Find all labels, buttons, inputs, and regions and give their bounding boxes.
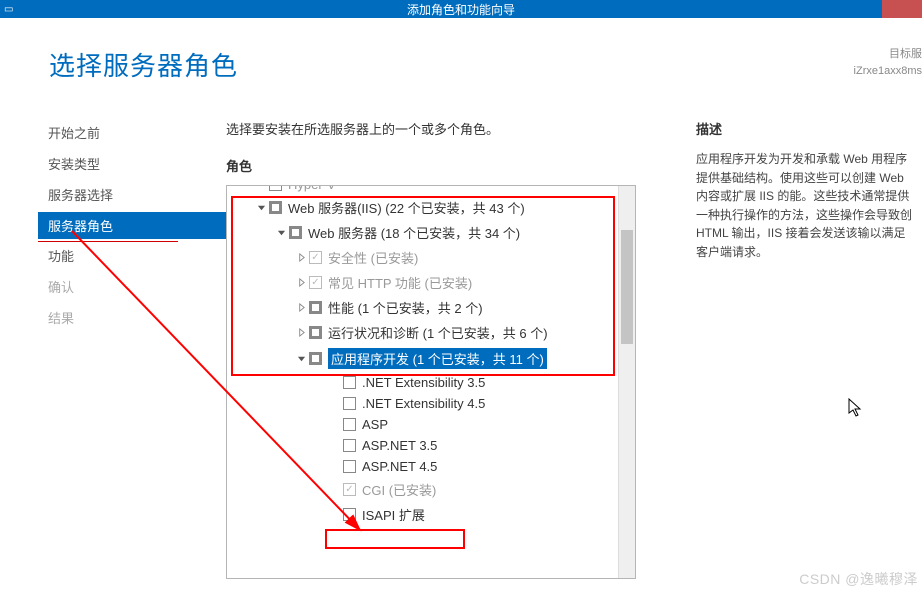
expander-icon[interactable] <box>295 302 307 314</box>
tree-node[interactable]: 安全性 (已安装) <box>227 245 618 270</box>
description-text: 应用程序开发为开发和承载 Web 用程序提供基础结构。使用这些可以创建 Web … <box>696 150 916 262</box>
close-button[interactable] <box>882 0 922 18</box>
tree-node-label: ISAPI 扩展 <box>362 505 425 524</box>
tree-node[interactable]: 常见 HTTP 功能 (已安装) <box>227 270 618 295</box>
tree-node[interactable]: Web 服务器(IIS) (22 个已安装，共 43 个) <box>227 195 618 220</box>
checkbox[interactable] <box>309 301 322 314</box>
checkbox[interactable] <box>269 201 282 214</box>
checkbox[interactable] <box>343 418 356 431</box>
tree-node[interactable]: .NET Extensibility 3.5 <box>227 372 618 393</box>
tree-node-label: 运行状况和诊断 (1 个已安装，共 6 个) <box>328 323 548 342</box>
roles-tree: Hyper-VWeb 服务器(IIS) (22 个已安装，共 43 个)Web … <box>226 185 636 579</box>
checkbox[interactable] <box>289 226 302 239</box>
tree-node[interactable]: Web 服务器 (18 个已安装，共 34 个) <box>227 220 618 245</box>
checkbox[interactable] <box>343 376 356 389</box>
tree-node-label: ASP.NET 4.5 <box>362 459 437 474</box>
checkbox[interactable] <box>343 483 356 496</box>
window-icon: ▭ <box>4 4 13 15</box>
tree-node[interactable]: 性能 (1 个已安装，共 2 个) <box>227 295 618 320</box>
instruction-text: 选择要安装在所选服务器上的一个或多个角色。 <box>226 119 666 138</box>
expander-icon <box>329 484 341 496</box>
checkbox[interactable] <box>309 276 322 289</box>
tree-node-label: ASP <box>362 417 388 432</box>
sidebar-item-2[interactable]: 服务器选择 <box>38 181 226 208</box>
sidebar-item-5: 确认 <box>38 273 226 300</box>
window-title: 添加角色和功能向导 <box>407 1 515 18</box>
tree-node-label: 应用程序开发 (1 个已安装，共 11 个) <box>328 348 547 369</box>
target-server-info: 目标服 iZrxe1axx8ms <box>854 46 922 79</box>
expander-icon[interactable] <box>275 227 287 239</box>
scrollbar[interactable] <box>618 186 635 578</box>
sidebar-item-1[interactable]: 安装类型 <box>38 150 226 177</box>
checkbox[interactable] <box>343 508 356 521</box>
checkbox[interactable] <box>309 251 322 264</box>
watermark: CSDN @逸曦穆泽 <box>799 569 918 589</box>
wizard-sidebar: 开始之前安装类型服务器选择服务器角色功能确认结果 <box>0 119 226 579</box>
tree-node-label: ASP.NET 3.5 <box>362 438 437 453</box>
tree-node[interactable]: ASP.NET 4.5 <box>227 456 618 477</box>
tree-node-label: 性能 (1 个已安装，共 2 个) <box>328 298 483 317</box>
expander-icon <box>329 377 341 389</box>
tree-node[interactable]: 运行状况和诊断 (1 个已安装，共 6 个) <box>227 320 618 345</box>
mouse-cursor-icon <box>848 398 864 423</box>
sidebar-item-4[interactable]: 功能 <box>38 242 226 269</box>
checkbox[interactable] <box>309 326 322 339</box>
sidebar-item-3[interactable]: 服务器角色 <box>38 212 226 239</box>
expander-icon <box>329 398 341 410</box>
expander-icon <box>329 419 341 431</box>
tree-node[interactable]: ISAPI 扩展 <box>227 502 618 527</box>
tree-node-label: CGI (已安装) <box>362 480 436 499</box>
expander-icon[interactable] <box>255 202 267 214</box>
expander-icon <box>329 440 341 452</box>
checkbox[interactable] <box>343 439 356 452</box>
expander-icon[interactable] <box>295 252 307 264</box>
scroll-thumb[interactable] <box>621 230 633 344</box>
tree-node[interactable]: ASP.NET 3.5 <box>227 435 618 456</box>
checkbox[interactable] <box>309 352 322 365</box>
tree-node-label: 安全性 (已安装) <box>328 248 418 267</box>
expander-icon[interactable] <box>295 327 307 339</box>
tree-node-label: .NET Extensibility 3.5 <box>362 375 485 390</box>
expander-icon[interactable] <box>295 277 307 289</box>
tree-node[interactable]: CGI (已安装) <box>227 477 618 502</box>
tree-node-label: .NET Extensibility 4.5 <box>362 396 485 411</box>
expander-icon <box>329 461 341 473</box>
tree-node-label: Web 服务器 (18 个已安装，共 34 个) <box>308 223 520 242</box>
description-heading: 描述 <box>696 119 916 138</box>
expander-icon <box>329 509 341 521</box>
titlebar: ▭ 添加角色和功能向导 <box>0 0 922 18</box>
tree-node-label: Web 服务器(IIS) (22 个已安装，共 43 个) <box>288 198 525 217</box>
sidebar-item-0[interactable]: 开始之前 <box>38 119 226 146</box>
tree-node[interactable]: ASP <box>227 414 618 435</box>
checkbox[interactable] <box>343 460 356 473</box>
tree-node-label: 常见 HTTP 功能 (已安装) <box>328 273 472 292</box>
page-title: 选择服务器角色 <box>49 46 238 83</box>
sidebar-item-6: 结果 <box>38 304 226 331</box>
tree-node[interactable]: 应用程序开发 (1 个已安装，共 11 个) <box>227 345 618 372</box>
expander-icon[interactable] <box>295 353 307 365</box>
tree-node[interactable]: .NET Extensibility 4.5 <box>227 393 618 414</box>
roles-heading: 角色 <box>226 156 666 175</box>
checkbox[interactable] <box>343 397 356 410</box>
